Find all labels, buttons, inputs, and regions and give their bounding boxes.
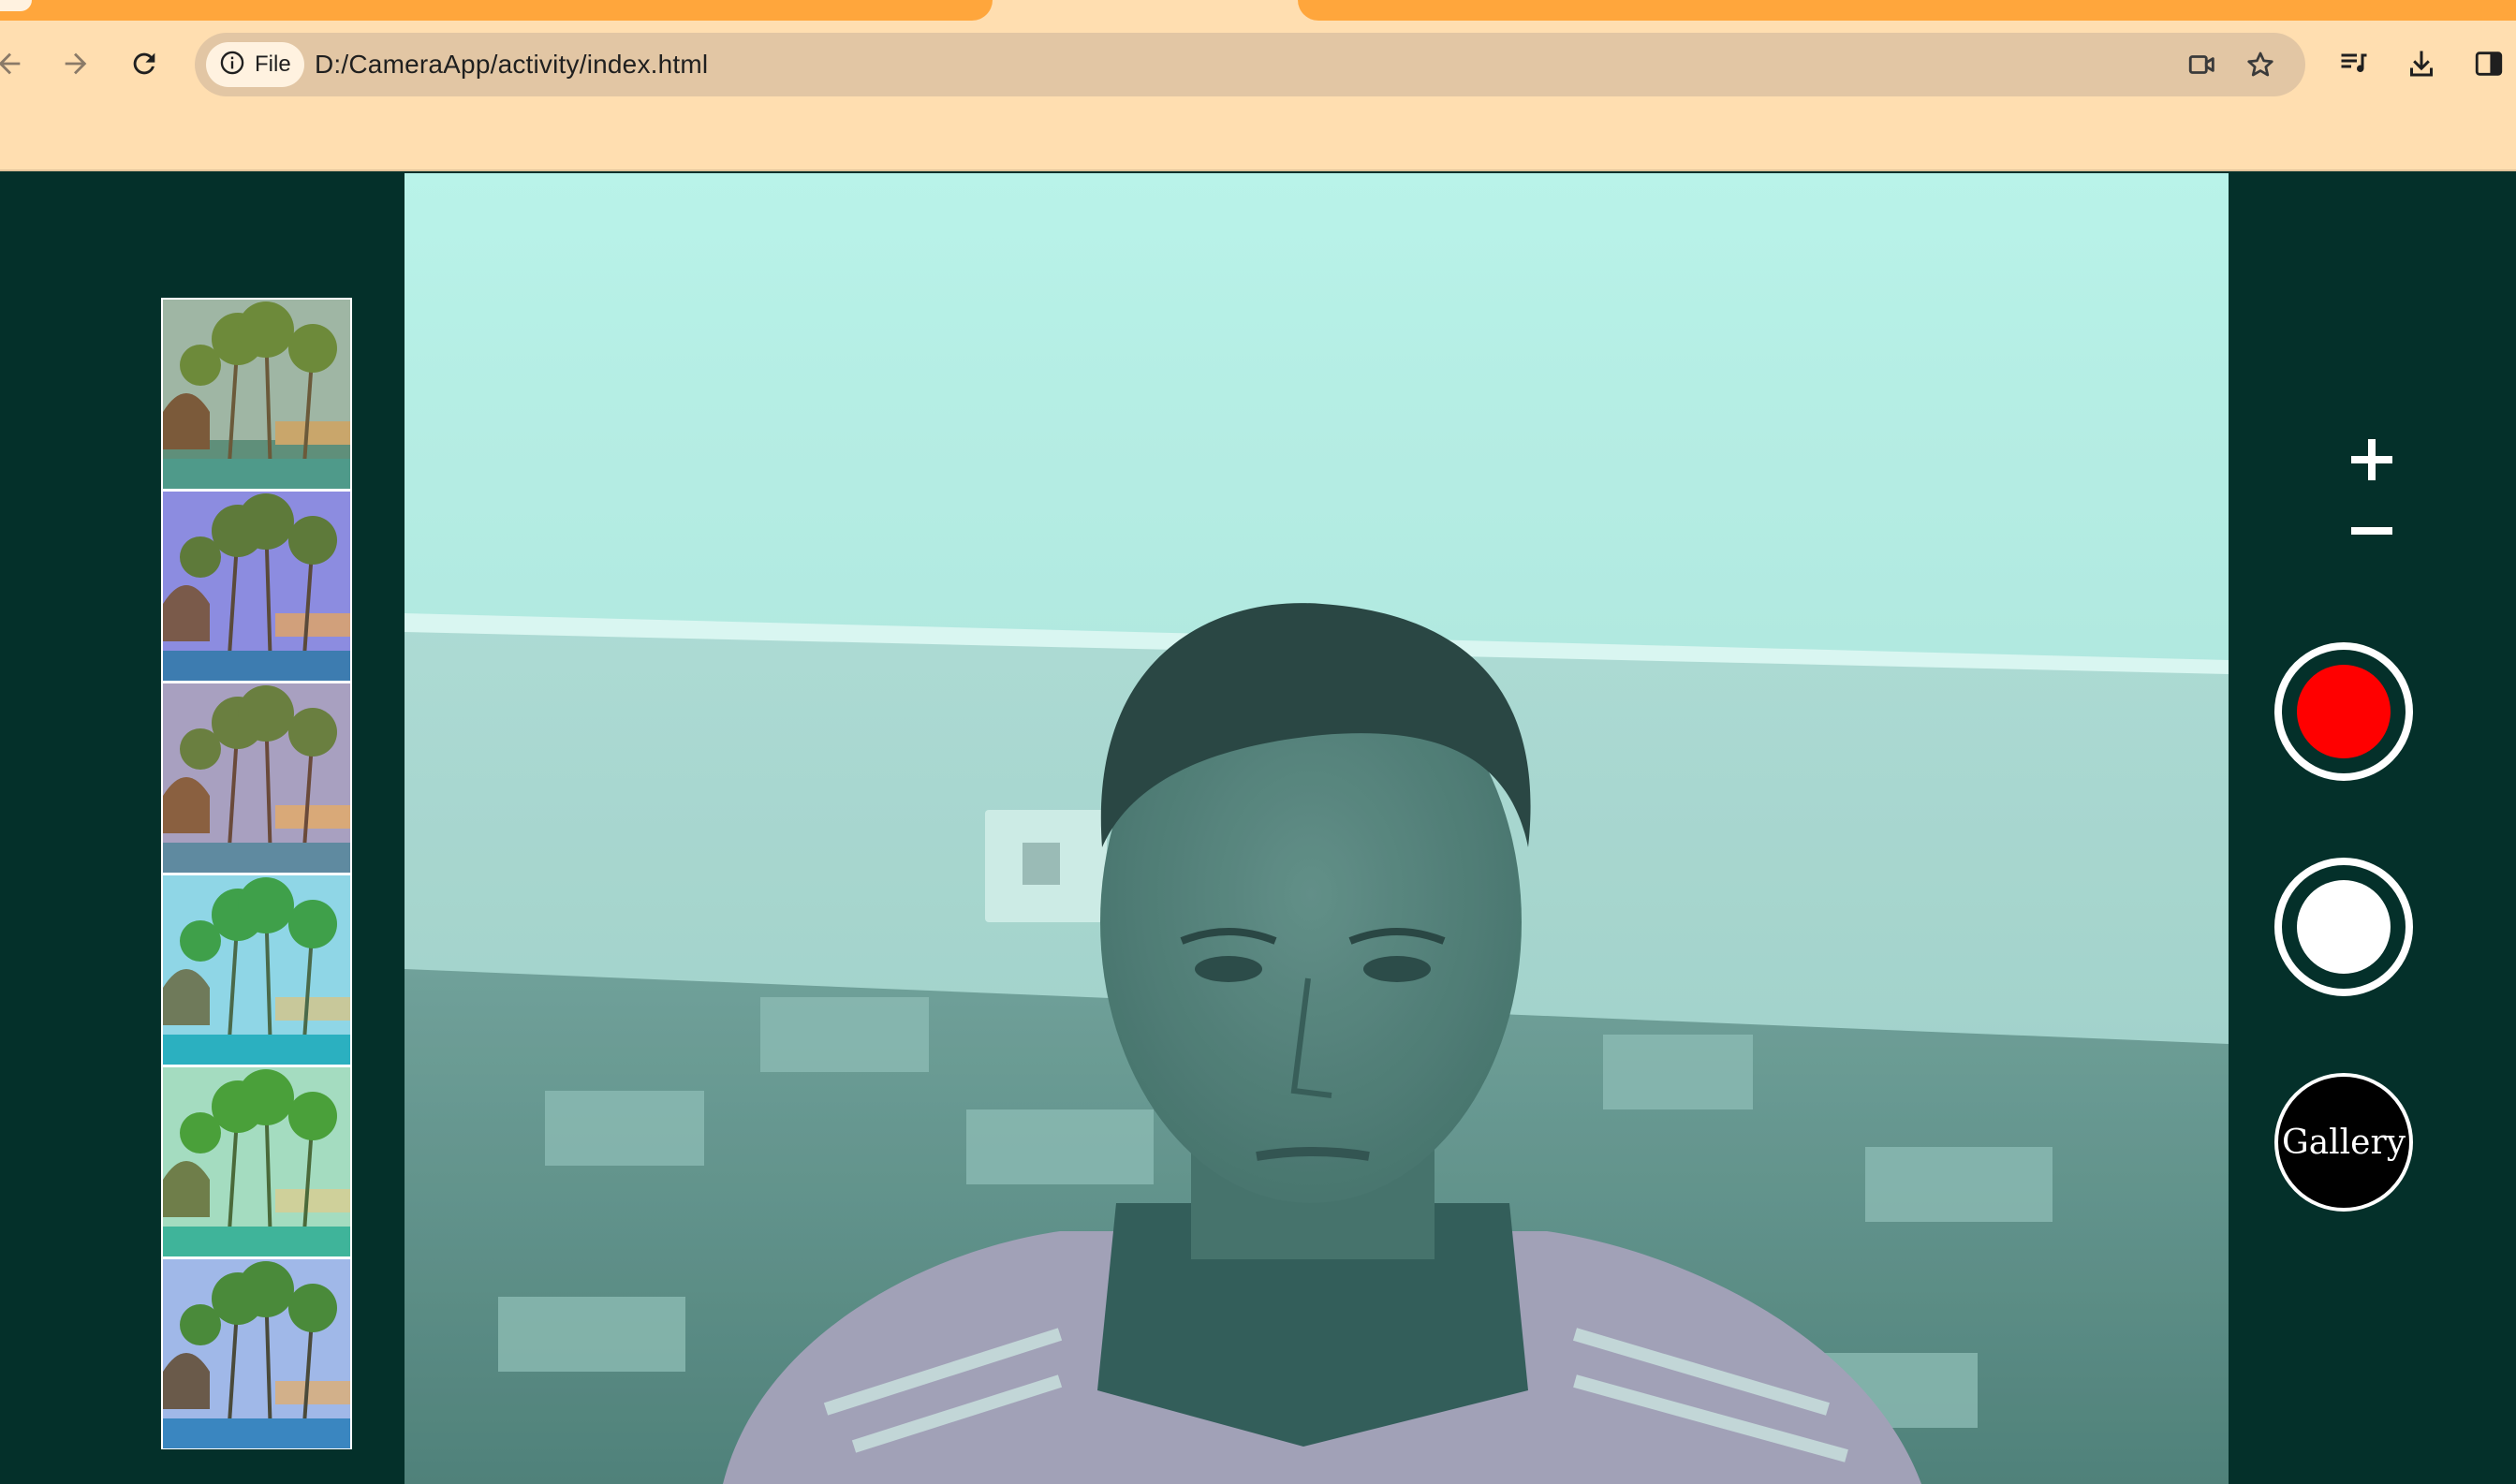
gallery-button[interactable]: Gallery <box>2274 1073 2413 1212</box>
filter-thumbnail-sepia-warm[interactable] <box>163 300 350 489</box>
browser-toolbar: File D:/CameraApp/activity/index.html <box>0 0 2516 171</box>
zoom-in-button[interactable] <box>2330 432 2414 488</box>
tab-strip-right <box>1298 0 2516 21</box>
back-icon[interactable] <box>0 41 32 86</box>
download-icon[interactable] <box>2399 41 2444 86</box>
zoom-out-button[interactable] <box>2330 503 2414 559</box>
info-icon <box>219 50 245 81</box>
filter-thumbnail-green-tint[interactable] <box>163 1067 350 1256</box>
shutter-icon <box>2297 880 2391 974</box>
reload-icon[interactable] <box>122 41 167 86</box>
plus-icon <box>2351 439 2392 480</box>
camera-indicator-icon[interactable] <box>2184 46 2221 83</box>
filter-thumbnail-purple-tint[interactable] <box>163 492 350 681</box>
record-button[interactable] <box>2274 642 2413 781</box>
forward-icon[interactable] <box>53 41 98 86</box>
tab-strip-left <box>0 0 993 21</box>
capture-photo-button[interactable] <box>2274 858 2413 996</box>
filter-strip <box>161 298 352 1449</box>
filter-thumbnail-vintage[interactable] <box>163 683 350 873</box>
site-info-label: File <box>255 51 291 77</box>
url-text[interactable]: D:/CameraApp/activity/index.html <box>315 33 708 96</box>
camera-controls: Gallery <box>2229 171 2516 1484</box>
camera-app: Gallery <box>0 171 2516 1484</box>
bookmark-star-icon[interactable] <box>2242 46 2279 83</box>
camera-preview <box>405 173 2229 1484</box>
site-info-chip[interactable]: File <box>206 42 304 87</box>
address-bar[interactable]: File D:/CameraApp/activity/index.html <box>195 33 2305 96</box>
filter-thumbnail-cool-blue[interactable] <box>163 1259 350 1448</box>
filter-thumbnail-bright-cyan[interactable] <box>163 875 350 1065</box>
media-controls-icon[interactable] <box>2332 41 2376 86</box>
minus-icon <box>2351 527 2392 535</box>
side-panel-icon[interactable] <box>2466 41 2511 86</box>
record-dot-icon <box>2297 665 2391 758</box>
